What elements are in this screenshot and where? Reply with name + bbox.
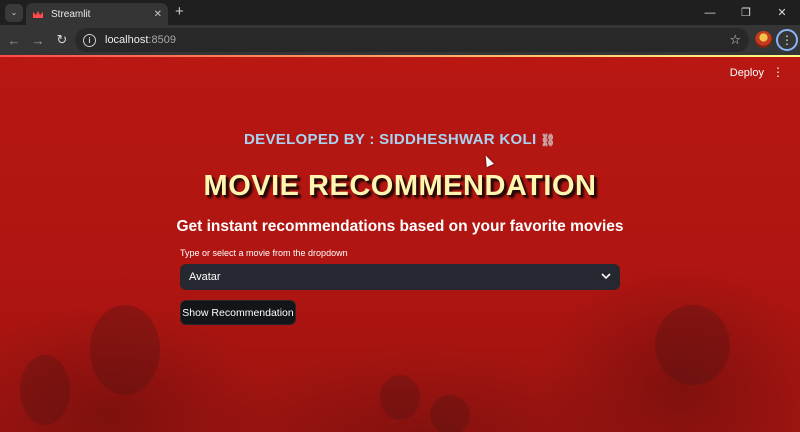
page-subtitle: Get instant recommendations based on you…	[176, 218, 624, 235]
deploy-button[interactable]: Deploy	[730, 67, 764, 79]
background-figure	[20, 355, 70, 425]
tab-search-icon[interactable]: ⌄	[5, 3, 23, 22]
show-recommendation-button[interactable]: Show Recommendation	[180, 300, 296, 325]
reload-icon[interactable]: ↻	[50, 28, 74, 52]
mouse-cursor	[482, 153, 494, 168]
background-figure	[655, 305, 730, 385]
developer-credit: DEVELOPED BY : SIDDHESHWAR KOLI ⛓	[0, 131, 800, 148]
decoration-bar	[0, 55, 800, 57]
kebab-menu-icon[interactable]: ⋮	[772, 65, 784, 79]
new-tab-icon[interactable]: +	[175, 4, 184, 20]
movie-select-label: Type or select a movie from the dropdown	[180, 248, 348, 258]
site-info-icon[interactable]: i	[83, 33, 96, 47]
restore-icon[interactable]: ❐	[728, 0, 764, 25]
tab-strip: ⌄ Streamlit ✕ + — ❐ ✕	[0, 0, 800, 25]
tab-title: Streamlit	[51, 8, 91, 20]
url-host: localhost	[105, 34, 149, 46]
page-title: MOVIE RECOMMENDATION	[203, 170, 597, 202]
link-icon[interactable]: ⛓	[540, 133, 556, 147]
movie-select[interactable]: Avatar	[180, 264, 620, 290]
back-arrow-icon[interactable]: ←	[2, 28, 26, 52]
tab-close-icon[interactable]: ✕	[154, 9, 162, 20]
close-window-icon[interactable]: ✕	[764, 0, 800, 25]
address-bar[interactable]: i localhost:8509 ☆	[75, 28, 749, 52]
bookmark-star-icon[interactable]: ☆	[729, 32, 741, 48]
browser-tab[interactable]: Streamlit ✕	[26, 3, 168, 25]
url-port: :8509	[148, 34, 176, 46]
minimize-icon[interactable]: —	[692, 0, 728, 25]
window-controls: — ❐ ✕	[692, 0, 800, 25]
app-viewport: Deploy ⋮ DEVELOPED BY : SIDDHESHWAR KOLI…	[0, 55, 800, 432]
profile-avatar[interactable]	[755, 31, 772, 48]
forward-arrow-icon[interactable]: →	[26, 28, 50, 52]
background-figure	[380, 375, 420, 420]
developer-credit-text: DEVELOPED BY : SIDDHESHWAR KOLI	[244, 131, 537, 148]
browser-menu-icon[interactable]: ⋮	[776, 29, 798, 51]
movie-select-value: Avatar	[189, 271, 221, 283]
background-figure	[90, 305, 160, 395]
streamlit-crown-icon	[32, 9, 44, 19]
browser-toolbar: ← → ↻ i localhost:8509 ☆	[0, 25, 800, 55]
chevron-down-icon[interactable]	[601, 272, 611, 283]
background-figure	[430, 395, 470, 432]
